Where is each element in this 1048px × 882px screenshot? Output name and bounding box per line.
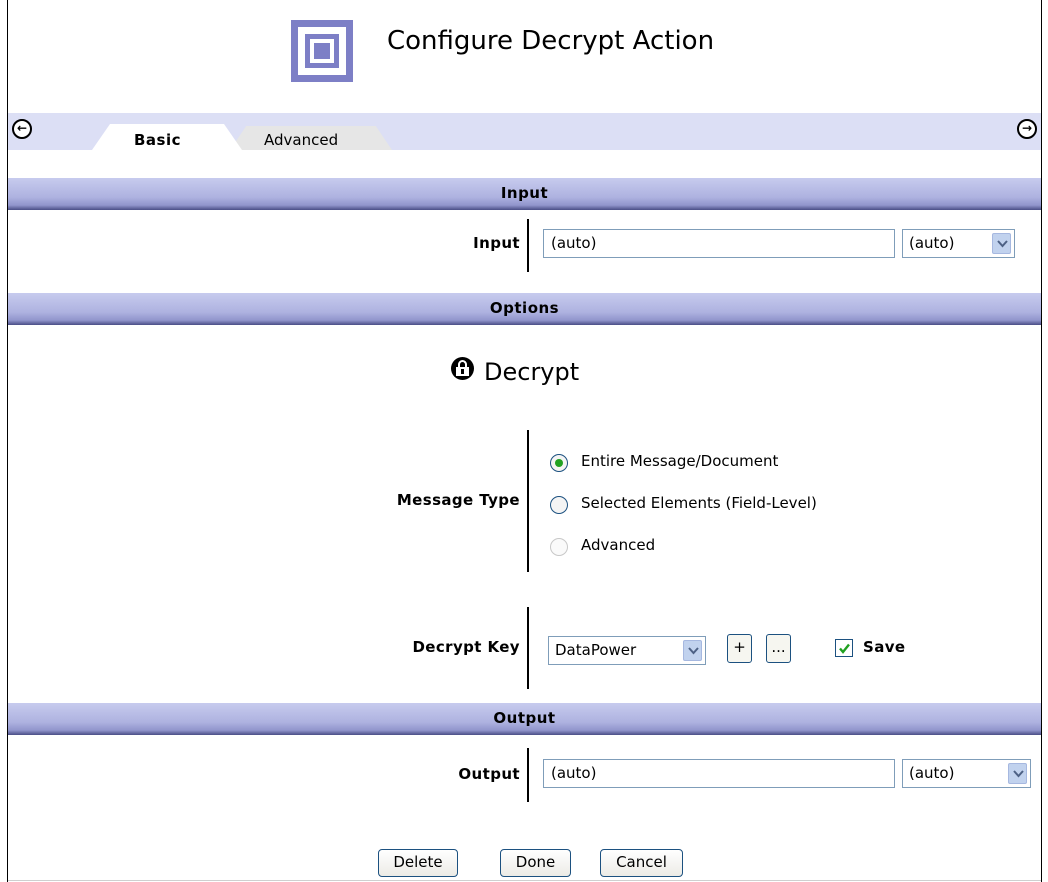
tab-basic-label[interactable]: Basic [134, 131, 181, 149]
input-context-select-value: (auto) [909, 234, 955, 252]
input-field[interactable]: (auto) [543, 229, 895, 258]
page-title: Configure Decrypt Action [387, 26, 715, 56]
add-key-button[interactable]: + [727, 634, 752, 663]
output-context-select[interactable]: (auto) [902, 759, 1031, 788]
arrow-right-icon[interactable]: → [1017, 119, 1037, 139]
delete-button[interactable]: Delete [378, 849, 458, 877]
input-label: Input [473, 234, 520, 252]
radio-label[interactable]: Entire Message/Document [581, 452, 778, 470]
chevron-down-icon[interactable] [683, 640, 702, 661]
save-label[interactable]: Save [863, 638, 905, 656]
message-type-divider [527, 430, 529, 572]
tab-advanced-label[interactable]: Advanced [264, 131, 338, 149]
bottom-divider [8, 880, 1041, 881]
section-header-input: Input [8, 178, 1041, 210]
action-square-icon [291, 20, 353, 82]
done-button[interactable]: Done [500, 849, 571, 877]
output-divider [527, 748, 529, 802]
output-context-select-value: (auto) [909, 764, 955, 782]
unlock-icon [451, 357, 474, 380]
chevron-down-icon[interactable] [992, 233, 1011, 254]
decrypt-key-select-value: DataPower [555, 641, 637, 659]
frame-right-border [1041, 0, 1042, 882]
radio-button[interactable] [550, 496, 568, 514]
section-header-output: Output [8, 703, 1041, 735]
output-field[interactable]: (auto) [543, 759, 895, 788]
radio-label[interactable]: Selected Elements (Field-Level) [581, 494, 817, 512]
decrypt-key-select[interactable]: DataPower [548, 636, 706, 665]
message-type-label: Message Type [396, 491, 520, 509]
input-divider [527, 219, 529, 272]
radio-button[interactable] [550, 454, 568, 472]
chevron-down-icon[interactable] [1008, 763, 1027, 784]
section-header-options: Options [8, 293, 1041, 325]
radio-button[interactable] [550, 538, 568, 556]
radio-label[interactable]: Advanced [581, 536, 655, 554]
edit-key-button[interactable]: ... [766, 634, 791, 663]
cancel-button[interactable]: Cancel [600, 849, 683, 877]
decrypt-key-label: Decrypt Key [412, 638, 520, 656]
input-context-select[interactable]: (auto) [902, 229, 1015, 258]
output-label: Output [458, 765, 520, 783]
arrow-left-icon[interactable]: ← [12, 119, 32, 139]
decrypt-key-divider [527, 607, 529, 689]
options-heading: Decrypt [484, 358, 580, 386]
save-checkbox[interactable] [835, 639, 853, 657]
